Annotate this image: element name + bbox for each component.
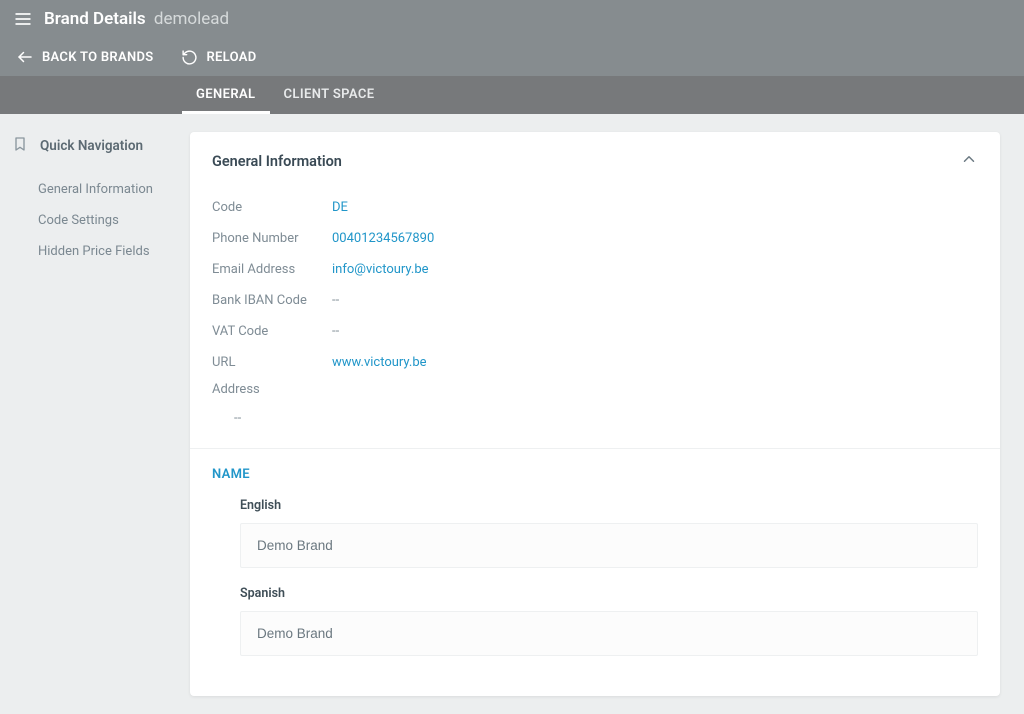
tab-general[interactable]: GENERAL — [182, 77, 270, 114]
page-title-sub: demolead — [154, 9, 229, 29]
value-code[interactable]: DE — [332, 200, 348, 215]
card-title: General Information — [212, 153, 342, 170]
menu-icon[interactable] — [12, 8, 34, 30]
reload-button[interactable]: RELOAD — [173, 43, 264, 72]
input-name-english[interactable] — [240, 523, 978, 568]
page-title-main: Brand Details — [44, 9, 146, 29]
value-url[interactable]: www.victoury.be — [332, 355, 427, 370]
general-information-card: General Information Code DE Phone Number… — [190, 132, 1000, 696]
label-address: Address — [212, 378, 978, 397]
label-spanish: Spanish — [240, 586, 978, 611]
quick-nav-heading: Quick Navigation — [40, 138, 143, 154]
tab-client-space[interactable]: CLIENT SPACE — [270, 77, 389, 114]
value-phone[interactable]: 00401234567890 — [332, 231, 434, 246]
page-title: Brand Details demolead — [44, 9, 229, 29]
label-url: URL — [212, 355, 332, 370]
tabbar: GENERAL CLIENT SPACE — [0, 76, 1024, 114]
qn-general-information[interactable]: General Information — [12, 174, 182, 205]
input-name-spanish[interactable] — [240, 611, 978, 656]
back-label: BACK TO BRANDS — [42, 50, 153, 65]
reload-label: RELOAD — [206, 50, 256, 65]
value-vat: -- — [332, 324, 339, 339]
chevron-up-icon[interactable] — [960, 150, 978, 172]
label-english: English — [240, 498, 978, 523]
reload-icon — [181, 49, 198, 66]
divider — [190, 448, 1000, 449]
value-email[interactable]: info@victoury.be — [332, 262, 429, 277]
arrow-left-icon — [16, 48, 34, 66]
value-address: -- — [212, 397, 978, 432]
name-section-heading: NAME — [212, 467, 978, 498]
label-email: Email Address — [212, 262, 332, 277]
back-to-brands-button[interactable]: BACK TO BRANDS — [8, 42, 161, 72]
qn-code-settings[interactable]: Code Settings — [12, 205, 182, 236]
label-phone: Phone Number — [212, 231, 332, 246]
label-vat: VAT Code — [212, 324, 332, 339]
qn-hidden-price-fields[interactable]: Hidden Price Fields — [12, 236, 182, 267]
quick-navigation: Quick Navigation General Information Cod… — [0, 114, 182, 267]
bookmark-icon — [12, 136, 28, 156]
label-iban: Bank IBAN Code — [212, 293, 332, 308]
value-iban: -- — [332, 293, 339, 308]
label-code: Code — [212, 200, 332, 215]
